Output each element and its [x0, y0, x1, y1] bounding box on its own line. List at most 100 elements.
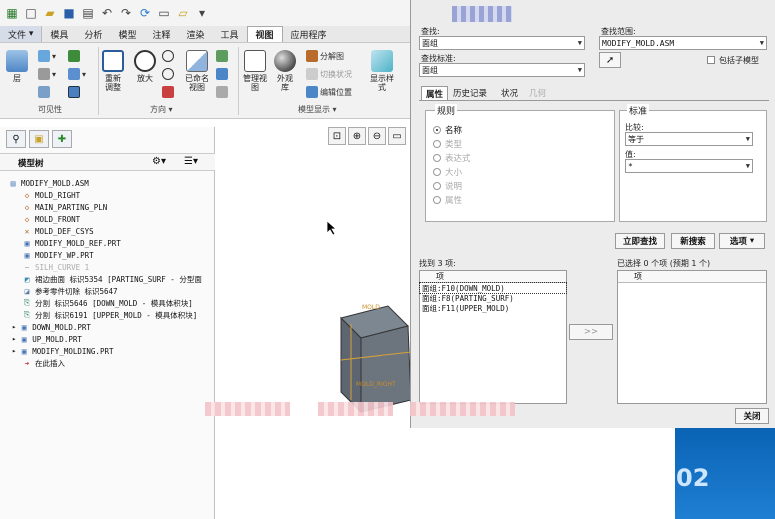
- close-button[interactable]: 关闭: [735, 408, 769, 424]
- view-tool-b[interactable]: [216, 68, 228, 80]
- rule-size[interactable]: 大小: [433, 166, 462, 178]
- zoom-out-button[interactable]: [162, 50, 174, 62]
- select-pointer-button[interactable]: ➚: [599, 52, 621, 68]
- toggle-status-button[interactable]: 切换状况: [306, 68, 352, 80]
- regenerate-icon[interactable]: ⟳: [137, 5, 153, 21]
- tree-settings-icon[interactable]: ⚙▾: [152, 156, 166, 167]
- tab-render[interactable]: 渲染: [178, 26, 212, 42]
- selected-items-list[interactable]: 项: [617, 270, 767, 404]
- hide-button[interactable]: ▾: [38, 50, 56, 62]
- pan-button[interactable]: [162, 68, 174, 80]
- list-item[interactable]: 面组:F8(PARTING_SURF): [420, 293, 566, 303]
- expand-arrow-icon[interactable]: ▸: [12, 347, 16, 355]
- manage-views-button[interactable]: 管理视图: [242, 50, 268, 92]
- tree-item[interactable]: ▸ ▣ UP_MOLD.PRT: [12, 333, 82, 345]
- tree-item[interactable]: ⎘ 分割 标识6191 [UPPER_MOLD - 模具体积块]: [22, 309, 198, 321]
- rule-attribute[interactable]: 属性: [433, 194, 462, 206]
- zoom-out-view-icon[interactable]: ⊖: [368, 127, 386, 145]
- status-button[interactable]: [38, 86, 50, 98]
- unhide-button[interactable]: ▾: [38, 68, 56, 80]
- view-tool-a[interactable]: [216, 50, 228, 62]
- new-search-button[interactable]: 新搜索: [671, 233, 715, 249]
- tree-item[interactable]: ⎘ 分割 标识5646 [DOWN_MOLD - 模具体积块]: [22, 297, 193, 309]
- window-icon[interactable]: ▭: [156, 5, 172, 21]
- rule-type[interactable]: 类型: [433, 138, 462, 150]
- display-state-button[interactable]: [68, 86, 80, 98]
- tab-model[interactable]: 模型: [110, 26, 144, 42]
- tree-item[interactable]: ▣ MODIFY_MOLD_REF.PRT: [22, 237, 121, 249]
- refit-button[interactable]: 重新调整: [102, 50, 124, 92]
- tab-folder-browser[interactable]: ▣: [29, 130, 49, 148]
- tree-item[interactable]: ◇ MAIN_PARTING_PLN: [22, 201, 108, 213]
- expand-arrow-icon[interactable]: ▸: [12, 335, 16, 343]
- tree-item[interactable]: ▸ ▣ DOWN_MOLD.PRT: [12, 321, 91, 333]
- refit-view-icon[interactable]: ⊡: [328, 127, 346, 145]
- by-select[interactable]: 面组 ▼: [419, 63, 585, 77]
- tree-item[interactable]: ◩ 裙边曲面 标识5354 [PARTING_SURF - 分型面: [22, 273, 202, 285]
- tree-item[interactable]: ▸ ▣ MODIFY_MOLDING.PRT: [12, 345, 114, 357]
- expand-arrow-icon[interactable]: ▸: [12, 323, 16, 331]
- repaint-icon[interactable]: ▭: [388, 127, 406, 145]
- compare-select[interactable]: 等于 ▼: [625, 132, 753, 146]
- tree-item[interactable]: ▣ MODIFY_WP.PRT: [22, 249, 94, 261]
- edit-position-button[interactable]: 编辑位置: [306, 86, 352, 98]
- tab-attributes[interactable]: 属性: [421, 86, 449, 100]
- app-icon[interactable]: ▦: [4, 5, 20, 21]
- group-orientation-label[interactable]: 方向 ▾: [150, 104, 173, 115]
- tab-annotate[interactable]: 注释: [144, 26, 178, 42]
- close-window-icon[interactable]: ▱: [175, 5, 191, 21]
- value-input[interactable]: * ▼: [625, 159, 753, 173]
- named-views-button[interactable]: 已命名视图: [184, 50, 210, 92]
- appearance-gallery-button[interactable]: 外观库: [274, 50, 296, 92]
- tab-model-tree[interactable]: ⚲: [6, 130, 26, 148]
- save-icon[interactable]: ■: [61, 5, 77, 21]
- rule-name[interactable]: 名称: [433, 124, 462, 136]
- zoom-in-view-icon[interactable]: ⊕: [348, 127, 366, 145]
- exploded-view-button[interactable]: 分解图: [306, 50, 344, 62]
- graphics-window[interactable]: MOLD MOLD_RIGHT: [216, 120, 411, 519]
- tab-applications[interactable]: 应用程序: [283, 26, 335, 42]
- display-style-button[interactable]: 显示样式: [368, 50, 396, 92]
- tree-filter-icon[interactable]: ☰▾: [184, 156, 198, 167]
- tree-item[interactable]: ◇ MOLD_FRONT: [22, 213, 81, 225]
- rule-description[interactable]: 说明: [433, 180, 462, 192]
- hide-item-button[interactable]: [68, 50, 80, 62]
- tree-item[interactable]: ◇ MOLD_RIGHT: [22, 189, 81, 201]
- tab-view[interactable]: 视图: [246, 26, 283, 42]
- print-icon[interactable]: ▤: [80, 5, 96, 21]
- tree-item[interactable]: ➔ 在此插入: [22, 357, 65, 369]
- zoom-in-button[interactable]: 放大: [134, 50, 156, 83]
- tab-analysis[interactable]: 分析: [76, 26, 110, 42]
- tab-history[interactable]: 历史记录: [449, 86, 491, 100]
- tab-mold[interactable]: 模具: [42, 26, 76, 42]
- find-now-button[interactable]: 立即查找: [615, 233, 665, 249]
- tab-file[interactable]: 文件 ▾: [0, 26, 43, 42]
- options-button[interactable]: 选项 ▾: [719, 233, 765, 249]
- tree-item[interactable]: ✕ MOLD_DEF_CSYS: [22, 225, 94, 237]
- transfer-button[interactable]: >>: [569, 324, 613, 340]
- include-submodels-checkbox[interactable]: [707, 56, 715, 64]
- tree-item[interactable]: ~ SILH_CURVE 1: [22, 261, 90, 273]
- find-scope-select[interactable]: MODIFY_MOLD.ASM ▼: [599, 36, 767, 50]
- tab-geometry[interactable]: 几何: [525, 86, 550, 100]
- open-icon[interactable]: ▰: [42, 5, 58, 21]
- tree-item[interactable]: ▤ MODIFY_MOLD.ASM: [8, 177, 89, 189]
- tab-favorites[interactable]: ✚: [52, 130, 72, 148]
- found-items-list[interactable]: 项 面组:F10(DOWN_MOLD) 面组:F8(PARTING_SURF) …: [419, 270, 567, 404]
- show-button[interactable]: ▾: [68, 68, 86, 80]
- list-item[interactable]: 面组:F10(DOWN_MOLD): [419, 282, 567, 294]
- undo-icon[interactable]: ↶: [99, 5, 115, 21]
- list-item[interactable]: 面组:F11(UPPER_MOLD): [420, 303, 566, 313]
- redo-icon[interactable]: ↷: [118, 5, 134, 21]
- tab-status[interactable]: 状况: [497, 86, 522, 100]
- spin-button[interactable]: [162, 86, 174, 98]
- tab-tools[interactable]: 工具: [212, 26, 246, 42]
- view-tool-c[interactable]: [216, 86, 228, 98]
- new-icon[interactable]: □: [23, 5, 39, 21]
- tree-item[interactable]: ◪ 参考零件切除 标识5647: [22, 285, 118, 297]
- customize-icon[interactable]: ▾: [194, 5, 210, 21]
- search-for-select[interactable]: 面组 ▼: [419, 36, 585, 50]
- group-model-display-label[interactable]: 模型显示 ▾: [298, 104, 337, 115]
- rule-expression[interactable]: 表达式: [433, 152, 471, 164]
- layers-button[interactable]: 层: [6, 50, 28, 83]
